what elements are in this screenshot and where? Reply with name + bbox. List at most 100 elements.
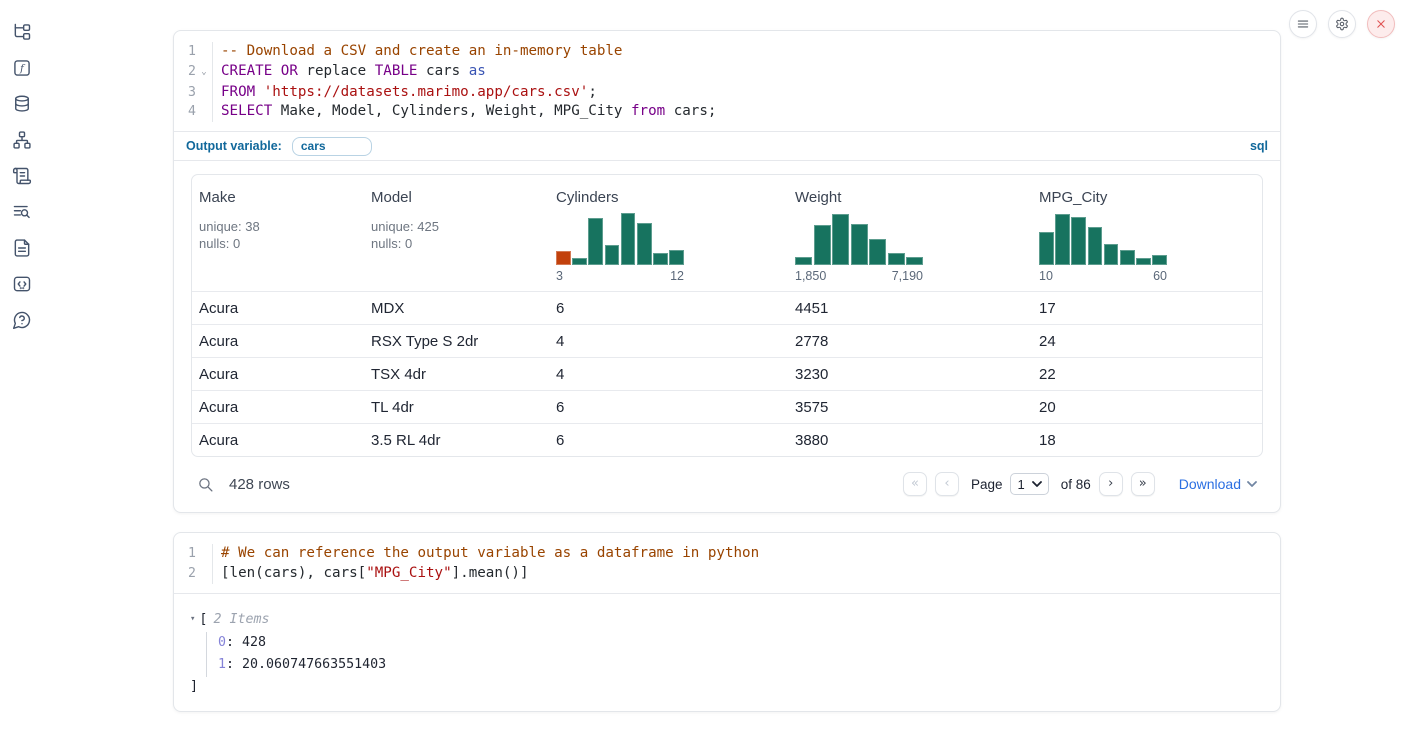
table-cell: 3880 bbox=[788, 432, 1032, 449]
histogram-axis-labels: 1,8507,190 bbox=[795, 269, 923, 283]
table-cell: 4 bbox=[549, 366, 788, 383]
sql-code-editor[interactable]: 1-- Download a CSV and create an in-memo… bbox=[174, 31, 1280, 131]
table-row[interactable]: Acura3.5 RL 4dr6388018 bbox=[192, 423, 1262, 456]
code-line[interactable]: 1# We can reference the output variable … bbox=[174, 544, 1280, 564]
chevron-down-icon bbox=[1247, 481, 1257, 488]
table-cell: 18 bbox=[1032, 432, 1262, 449]
table-row[interactable]: AcuraRSX Type S 2dr4277824 bbox=[192, 324, 1262, 357]
datasources-icon[interactable] bbox=[12, 94, 32, 114]
histogram-axis-labels: 1060 bbox=[1039, 269, 1167, 283]
language-badge: sql bbox=[1250, 139, 1268, 153]
column-stats: unique: 38nulls: 0 bbox=[199, 219, 357, 252]
fold-chevron-icon[interactable]: ⌄ bbox=[196, 62, 212, 83]
table-cell: 3.5 RL 4dr bbox=[364, 432, 549, 449]
histogram-bar bbox=[556, 251, 571, 265]
table-cell: 24 bbox=[1032, 333, 1262, 350]
histogram-bar bbox=[851, 224, 868, 265]
code-line[interactable]: 3FROM 'https://datasets.marimo.app/cars.… bbox=[174, 83, 1280, 103]
page-select-value: 1 bbox=[1017, 477, 1024, 492]
close-bracket: ] bbox=[190, 677, 1264, 697]
python-code-editor[interactable]: 1# We can reference the output variable … bbox=[174, 533, 1280, 593]
download-button[interactable]: Download bbox=[1179, 476, 1257, 492]
histogram-bar bbox=[814, 225, 831, 265]
file-explorer-icon[interactable] bbox=[12, 22, 32, 42]
histogram-bar bbox=[906, 257, 923, 265]
table-footer: 428 rows « ‹ Page 1 of 86 › » Download bbox=[191, 468, 1263, 500]
table-cell: Acura bbox=[192, 300, 364, 317]
code-line[interactable]: 1-- Download a CSV and create an in-memo… bbox=[174, 42, 1280, 62]
column-header: Cylinders 312 bbox=[549, 175, 788, 291]
column-header: Model unique: 425nulls: 0 bbox=[364, 175, 549, 291]
column-histogram[interactable] bbox=[556, 212, 684, 265]
code-line[interactable]: 2[len(cars), cars["MPG_City"].mean()] bbox=[174, 564, 1280, 584]
table-row[interactable]: AcuraTSX 4dr4323022 bbox=[192, 357, 1262, 390]
histogram-bar bbox=[572, 258, 587, 265]
table-cell: TSX 4dr bbox=[364, 366, 549, 383]
list-entry: 0: 428 bbox=[218, 632, 1264, 655]
output-variable-row: Output variable: sql bbox=[174, 131, 1280, 161]
next-page-button[interactable]: › bbox=[1099, 472, 1123, 496]
table-row[interactable]: AcuraMDX6445117 bbox=[192, 291, 1262, 324]
shutdown-button[interactable] bbox=[1367, 10, 1395, 38]
collapse-chevron-icon[interactable]: ▾ bbox=[190, 609, 195, 630]
menu-button[interactable] bbox=[1289, 10, 1317, 38]
table-cell: 6 bbox=[549, 300, 788, 317]
histogram-bar bbox=[1104, 244, 1119, 265]
entry-value: 20.060747663551403 bbox=[242, 657, 386, 672]
fold-gutter bbox=[196, 83, 212, 103]
table-cell: 6 bbox=[549, 399, 788, 416]
table-cell: 17 bbox=[1032, 300, 1262, 317]
settings-button[interactable] bbox=[1328, 10, 1356, 38]
snippets-icon[interactable] bbox=[12, 274, 32, 294]
histogram-bar bbox=[832, 214, 849, 265]
fold-gutter bbox=[196, 564, 212, 584]
table-cell: Acura bbox=[192, 432, 364, 449]
notebook-actions bbox=[1289, 10, 1395, 38]
output-variable-label: Output variable: bbox=[186, 139, 282, 153]
column-name[interactable]: MPG_City bbox=[1039, 189, 1255, 206]
column-name[interactable]: Make bbox=[199, 189, 357, 206]
column-histogram[interactable] bbox=[795, 212, 923, 265]
download-label: Download bbox=[1179, 476, 1241, 492]
column-name[interactable]: Model bbox=[371, 189, 542, 206]
column-histogram[interactable] bbox=[1039, 212, 1167, 265]
table-cell: RSX Type S 2dr bbox=[364, 333, 549, 350]
output-variable-input[interactable] bbox=[292, 137, 372, 156]
code-line[interactable]: 4SELECT Make, Model, Cylinders, Weight, … bbox=[174, 102, 1280, 122]
histogram-axis-labels: 312 bbox=[556, 269, 684, 283]
histogram-bar bbox=[605, 245, 620, 265]
row-count: 428 rows bbox=[229, 476, 290, 493]
column-header: Make unique: 38nulls: 0 bbox=[192, 175, 364, 291]
table-cell: MDX bbox=[364, 300, 549, 317]
histogram-bar bbox=[888, 253, 905, 265]
dependency-graph-icon[interactable] bbox=[12, 130, 32, 150]
table-cell: Acura bbox=[192, 333, 364, 350]
sidebar: f bbox=[0, 0, 44, 729]
table-cell: 4451 bbox=[788, 300, 1032, 317]
logs-icon[interactable] bbox=[12, 202, 32, 222]
histogram-bar bbox=[1120, 250, 1135, 265]
page-total-label: of 86 bbox=[1061, 477, 1091, 492]
page-select[interactable]: 1 bbox=[1010, 473, 1048, 495]
documentation-icon[interactable] bbox=[12, 238, 32, 258]
histogram-bar bbox=[1088, 227, 1103, 265]
table-row[interactable]: AcuraTL 4dr6357520 bbox=[192, 390, 1262, 423]
last-page-button[interactable]: » bbox=[1131, 472, 1155, 496]
variables-icon[interactable]: f bbox=[12, 58, 32, 78]
column-stats: unique: 425nulls: 0 bbox=[371, 219, 542, 252]
list-entry: 1: 20.060747663551403 bbox=[218, 654, 1264, 677]
code-line[interactable]: 2⌄CREATE OR replace TABLE cars as bbox=[174, 62, 1280, 83]
histogram-bar bbox=[1039, 232, 1054, 265]
column-header: MPG_City 1060 bbox=[1032, 175, 1262, 291]
histogram-bar bbox=[1071, 217, 1086, 265]
column-name[interactable]: Cylinders bbox=[556, 189, 781, 206]
prev-page-button[interactable]: ‹ bbox=[935, 472, 959, 496]
first-page-button[interactable]: « bbox=[903, 472, 927, 496]
search-icon[interactable] bbox=[197, 476, 214, 493]
notebook-cells: 1-- Download a CSV and create an in-memo… bbox=[173, 30, 1281, 712]
histogram-bar bbox=[1136, 258, 1151, 265]
column-name[interactable]: Weight bbox=[795, 189, 1025, 206]
help-icon[interactable] bbox=[12, 310, 32, 330]
chevron-down-icon bbox=[1032, 481, 1042, 488]
scratchpad-icon[interactable] bbox=[12, 166, 32, 186]
